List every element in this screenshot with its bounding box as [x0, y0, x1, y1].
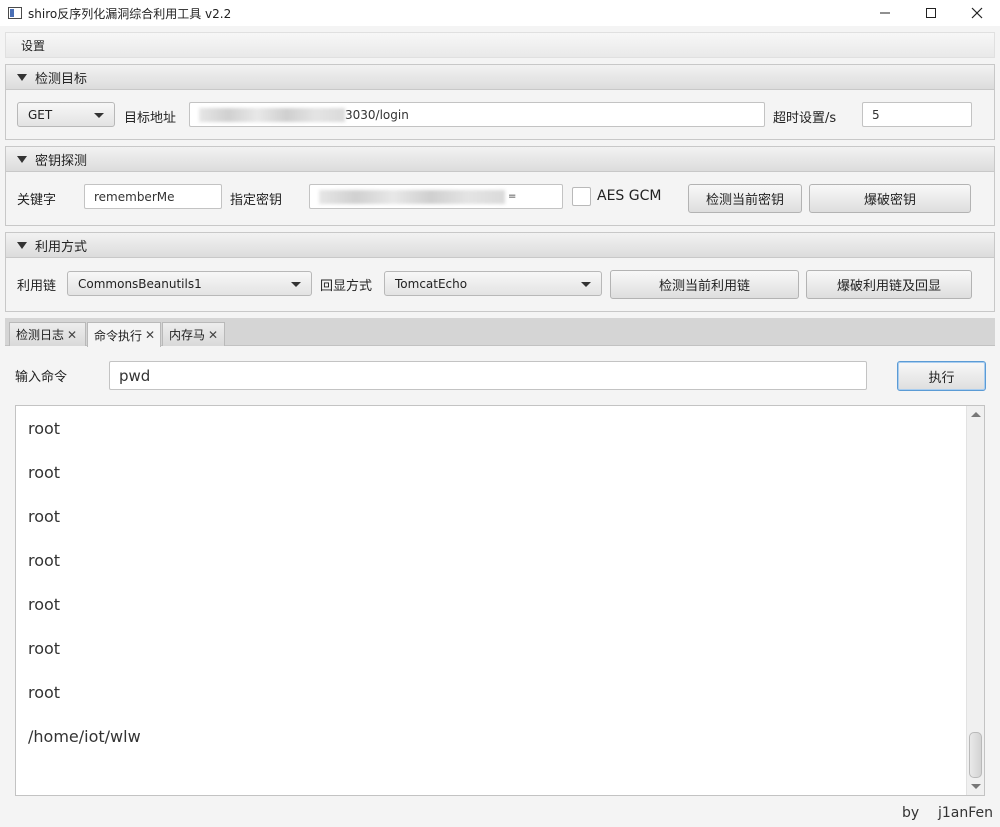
chevron-down-icon [581, 282, 591, 287]
footer-author: j1anFen [938, 805, 994, 821]
key-value: = [508, 191, 517, 202]
close-icon[interactable]: ✕ [208, 328, 218, 342]
title-bar: shiro反序列化漏洞综合利用工具 v2.2 [0, 0, 1000, 26]
output-line: root [28, 595, 61, 614]
window-title: shiro反序列化漏洞综合利用工具 v2.2 [28, 6, 232, 21]
chevron-down-icon [291, 282, 301, 287]
echo-method-value: TomcatEcho [395, 276, 468, 291]
collapse-arrow-icon [17, 241, 27, 249]
menu-bar: 设置 [5, 32, 995, 58]
minimize-button[interactable] [862, 0, 908, 26]
window-controls [862, 0, 1000, 26]
timeout-value: 5 [872, 107, 880, 122]
app-icon [8, 7, 22, 19]
menu-settings[interactable]: 设置 [21, 37, 45, 54]
tab-command-exec[interactable]: 命令执行 ✕ [87, 322, 161, 347]
command-input[interactable]: pwd [109, 361, 867, 390]
command-label: 输入命令 [15, 370, 68, 385]
scroll-down-icon[interactable] [971, 784, 981, 789]
output-line: root [28, 683, 61, 702]
close-icon[interactable]: ✕ [145, 328, 155, 342]
command-output[interactable]: root root root root root root root /home… [15, 405, 985, 796]
close-icon [971, 7, 983, 19]
section-key-detect-header[interactable]: 密钥探测 [5, 146, 995, 172]
brute-chain-button[interactable]: 爆破利用链及回显 [806, 270, 972, 299]
command-value: pwd [119, 366, 151, 385]
redacted-key-part [319, 189, 505, 204]
footer-by: by [902, 805, 920, 821]
key-input[interactable]: = [309, 184, 563, 209]
close-window-button[interactable] [954, 0, 1000, 26]
section-detect-target-header[interactable]: 检测目标 [5, 64, 995, 90]
tab-detect-log[interactable]: 检测日志 ✕ [9, 322, 86, 346]
echo-method-select[interactable]: TomcatEcho [384, 271, 602, 296]
section-detect-target-body: GET 目标地址 3030/login 超时设置/s 5 [5, 90, 995, 140]
output-line: root [28, 507, 61, 526]
section-title: 密钥探测 [35, 153, 88, 169]
minimize-icon [880, 12, 890, 14]
timeout-label: 超时设置/s [773, 111, 837, 126]
scroll-up-icon[interactable] [971, 412, 981, 417]
gadget-chain-select[interactable]: CommonsBeanutils1 [67, 271, 312, 296]
aes-gcm-label: AES GCM [597, 188, 662, 204]
maximize-button[interactable] [908, 0, 954, 26]
tab-label: 内存马 [169, 328, 206, 342]
output-line: root [28, 463, 61, 482]
output-line: root [28, 551, 61, 570]
target-url-input[interactable]: 3030/login [189, 102, 765, 127]
echo-label: 回显方式 [320, 279, 373, 294]
tab-label: 检测日志 [16, 328, 65, 342]
tab-strip: 检测日志 ✕ 命令执行 ✕ 内存马 ✕ [5, 318, 995, 347]
section-key-detect-body: 关键字 rememberMe 指定密钥 = AES GCM 检测当前密钥 爆破密… [5, 172, 995, 226]
section-title: 利用方式 [35, 239, 88, 255]
check-key-button[interactable]: 检测当前密钥 [688, 184, 802, 213]
close-icon[interactable]: ✕ [67, 328, 77, 342]
output-line: root [28, 639, 61, 658]
aes-gcm-checkbox[interactable] [572, 187, 591, 206]
target-url-label: 目标地址 [124, 111, 177, 126]
execute-button[interactable]: 执行 [897, 361, 986, 391]
tab-label: 命令执行 [94, 328, 143, 343]
brute-key-button[interactable]: 爆破密钥 [809, 184, 971, 213]
scroll-thumb[interactable] [969, 732, 982, 778]
collapse-arrow-icon [17, 73, 27, 81]
chevron-down-icon [94, 113, 104, 118]
chain-label: 利用链 [17, 279, 57, 294]
output-scrollbar[interactable] [966, 406, 984, 795]
output-line: /home/iot/wlw [28, 727, 141, 746]
output-line: root [28, 419, 61, 438]
key-label: 指定密钥 [230, 193, 283, 208]
maximize-icon [926, 8, 936, 18]
section-exploit-body: 利用链 CommonsBeanutils1 回显方式 TomcatEcho 检测… [5, 258, 995, 312]
collapse-arrow-icon [17, 155, 27, 163]
http-method-select[interactable]: GET [17, 102, 115, 127]
section-exploit-header[interactable]: 利用方式 [5, 232, 995, 258]
gadget-chain-value: CommonsBeanutils1 [78, 276, 202, 291]
keyword-value: rememberMe [94, 189, 175, 204]
keyword-input[interactable]: rememberMe [84, 184, 222, 209]
http-method-value: GET [28, 107, 53, 122]
section-title: 检测目标 [35, 71, 88, 87]
keyword-label: 关键字 [17, 193, 57, 208]
check-chain-button[interactable]: 检测当前利用链 [610, 270, 799, 299]
target-url-value: 3030/login [345, 107, 409, 122]
timeout-input[interactable]: 5 [862, 102, 972, 127]
redacted-url-part [199, 107, 345, 122]
tab-memory-shell[interactable]: 内存马 ✕ [162, 322, 225, 346]
